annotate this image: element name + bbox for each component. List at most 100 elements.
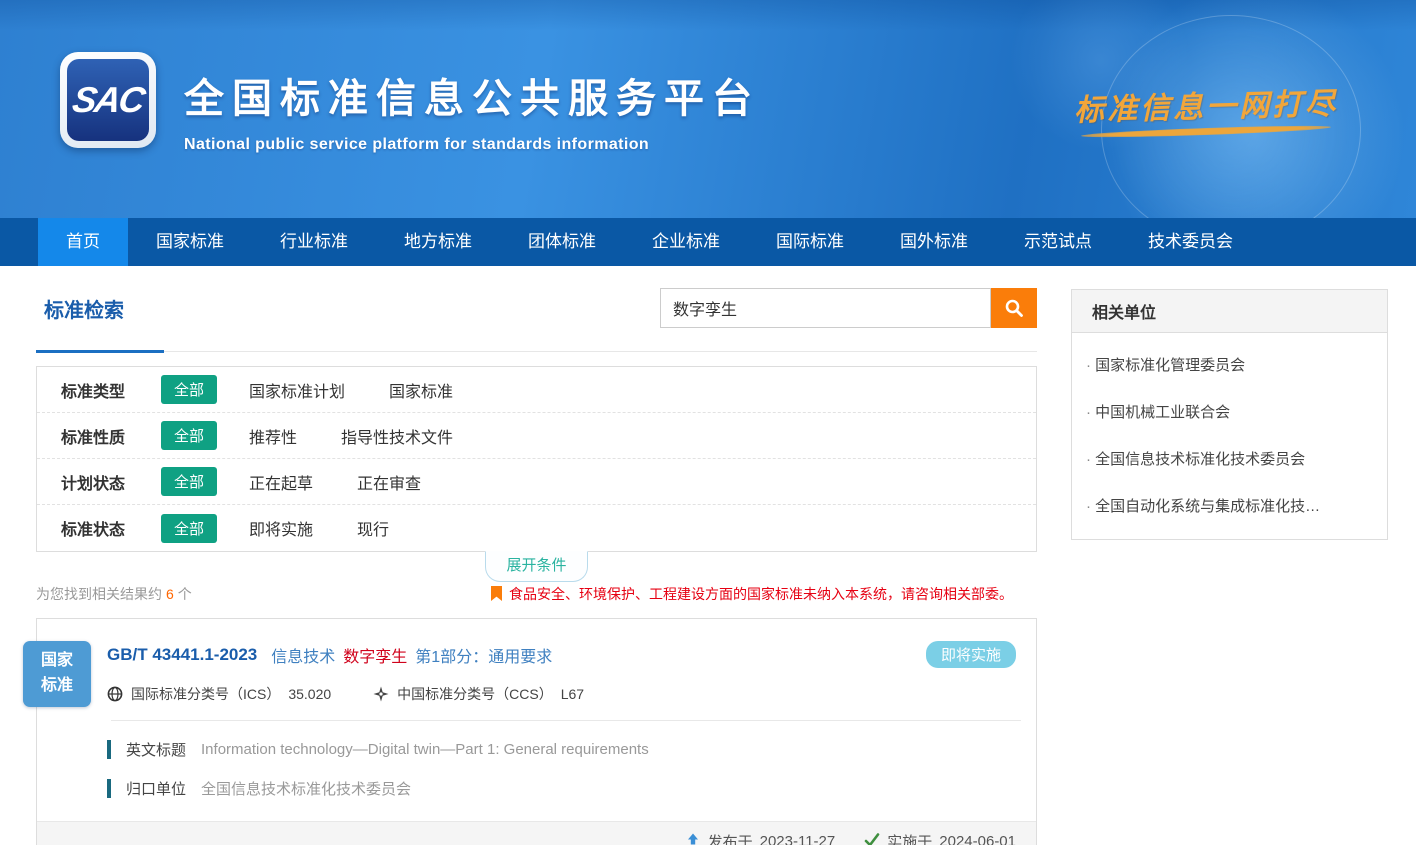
expand-conditions-wrap: 展开条件 [36,552,1037,580]
classification-row: 国际标准分类号（ICS） 35.020 中国标准分类号（CCS） L67 [107,684,1016,704]
notice-text: 食品安全、环境保护、工程建设方面的国家标准未纳入本系统，请咨询相关部委。 [509,584,1013,604]
detail-row-english-title: 英文标题 Information technology—Digital twin… [107,739,1036,760]
card-divider [111,720,1021,721]
sidebar-title: 相关单位 [1072,290,1387,333]
filter-option[interactable]: 现行 [357,516,389,540]
search-icon [1004,298,1024,318]
filter-label: 计划状态 [61,470,161,494]
standard-title-highlight[interactable]: 数字孪生 [343,643,407,667]
filter-label: 标准类型 [61,378,161,402]
sidebar-item-machinery-federation[interactable]: 中国机械工业联合会 [1072,388,1387,435]
site-title-cn: 全国标准信息公共服务平台 [184,66,760,124]
ccs-value: L67 [561,686,584,702]
nav-item-pilot[interactable]: 示范试点 [996,218,1120,266]
badge-line1: 国家 [41,649,73,674]
results-info-row: 为您找到相关结果约6个 食品安全、环境保护、工程建设方面的国家标准未纳入本系统，… [36,584,1037,604]
filter-label: 标准性质 [61,424,161,448]
check-icon [863,833,880,845]
sac-logo: SAC [60,52,156,148]
nav-item-technical-committee[interactable]: 技术委员会 [1120,218,1261,266]
site-title-block: 全国标准信息公共服务平台 National public service pla… [184,66,760,154]
sidebar-item-automation-committee[interactable]: 全国自动化系统与集成标准化技… [1072,482,1387,529]
related-organizations-panel: 相关单位 国家标准化管理委员会 中国机械工业联合会 全国信息技术标准化技术委员会… [1071,289,1388,540]
upload-icon [685,833,701,845]
nav-item-home[interactable]: 首页 [38,218,128,266]
sidebar-item-sac[interactable]: 国家标准化管理委员会 [1072,341,1387,388]
ics-value: 35.020 [288,686,331,702]
publish-label: 发布于 [708,831,753,845]
results-summary: 为您找到相关结果约6个 [36,584,192,604]
nav-item-foreign-standards[interactable]: 国外标准 [872,218,996,266]
search-box [660,288,1037,328]
filter-row-standard-type: 标准类型 全部 国家标准计划 国家标准 [37,367,1036,413]
filter-badge-all[interactable]: 全部 [161,514,217,543]
filter-row-standard-status: 标准状态 全部 即将实施 现行 [37,505,1036,551]
publish-date-item: 发布于 2023-11-27 [685,831,836,845]
ccs-group: 中国标准分类号（CCS） L67 [373,684,584,704]
filter-option[interactable]: 国家标准 [389,378,453,402]
nav-item-international-standards[interactable]: 国际标准 [748,218,872,266]
sac-logo-inner: SAC [67,59,149,141]
main-nav: 首页 国家标准 行业标准 地方标准 团体标准 企业标准 国际标准 国外标准 示范… [0,218,1416,266]
ics-group: 国际标准分类号（ICS） 35.020 [107,684,331,704]
nav-item-industry-standards[interactable]: 行业标准 [252,218,376,266]
detail-value-english-title: Information technology—Digital twin—Part… [201,741,649,758]
filter-option[interactable]: 国家标准计划 [249,378,345,402]
globe-icon [107,686,123,702]
expand-conditions-button[interactable]: 展开条件 [485,551,587,582]
implement-label: 实施于 [887,831,932,845]
filter-option[interactable]: 指导性技术文件 [341,424,453,448]
card-footer: 发布于 2023-11-27 实施于 2024-06-01 [37,821,1036,845]
card-main: GB/T 43441.1-2023 信息技术 数字孪生 第1部分：通用要求 即将… [37,619,1036,704]
filter-label: 标准状态 [61,516,161,540]
standard-code-link[interactable]: GB/T 43441.1-2023 [107,645,257,665]
standard-title-part1[interactable]: 信息技术 [271,643,335,667]
search-header: 标准检索 [36,288,1037,352]
detail-bar [107,779,111,798]
card-title-row: GB/T 43441.1-2023 信息技术 数字孪生 第1部分：通用要求 即将… [107,641,1016,668]
tab-active-underline [36,350,164,353]
filter-badge-all[interactable]: 全部 [161,421,217,450]
ics-label: 国际标准分类号（ICS） [131,684,280,704]
filter-badge-all[interactable]: 全部 [161,467,217,496]
sidebar-list: 国家标准化管理委员会 中国机械工业联合会 全国信息技术标准化技术委员会 全国自动… [1072,333,1387,539]
filter-option[interactable]: 推荐性 [249,424,297,448]
filter-badge-all[interactable]: 全部 [161,375,217,404]
filter-option[interactable]: 即将实施 [249,516,313,540]
nav-item-enterprise-standards[interactable]: 企业标准 [624,218,748,266]
badge-line2: 标准 [41,674,73,699]
standard-result-card: 国家 标准 GB/T 43441.1-2023 信息技术 数字孪生 第1部分：通… [36,618,1037,845]
status-badge: 即将实施 [926,641,1016,668]
nav-item-national-standards[interactable]: 国家标准 [128,218,252,266]
filter-option[interactable]: 正在起草 [249,470,313,494]
site-header: SAC 全国标准信息公共服务平台 National public service… [0,0,1416,218]
filter-row-standard-nature: 标准性质 全部 推荐性 指导性技术文件 [37,413,1036,459]
results-summary-suffix: 个 [178,586,192,602]
system-notice: 食品安全、环境保护、工程建设方面的国家标准未纳入本系统，请咨询相关部委。 [490,584,1013,604]
content-area: 标准检索 标准类型 全部 国家标准计划 [0,266,1416,845]
implement-date: 2024-06-01 [939,833,1016,845]
sac-logo-text: SAC [69,79,146,121]
nav-item-local-standards[interactable]: 地方标准 [376,218,500,266]
results-count: 6 [166,586,174,602]
compass-icon [373,686,389,702]
tab-standard-search[interactable]: 标准检索 [44,294,124,323]
main-column: 标准检索 标准类型 全部 国家标准计划 [36,266,1037,845]
detail-row-committee: 归口单位 全国信息技术标准化技术委员会 [107,778,1036,799]
site-title-en: National public service platform for sta… [184,136,760,154]
detail-label: 归口单位 [126,778,186,799]
publish-date: 2023-11-27 [760,833,836,845]
detail-value-committee: 全国信息技术标准化技术委员会 [201,778,411,799]
nav-item-group-standards[interactable]: 团体标准 [500,218,624,266]
implement-date-item: 实施于 2024-06-01 [863,831,1016,845]
standard-type-badge: 国家 标准 [23,641,91,707]
search-input[interactable] [660,288,991,328]
ccs-label: 中国标准分类号（CCS） [397,684,553,704]
standard-title-part2[interactable]: 第1部分：通用要求 [415,643,552,667]
slogan-text: 标准信息一网打尽 [1073,79,1338,130]
filter-option[interactable]: 正在审查 [357,470,421,494]
filter-panel: 标准类型 全部 国家标准计划 国家标准 标准性质 全部 推荐性 指导性技术文件 … [36,366,1037,552]
sidebar-item-it-standardization-committee[interactable]: 全国信息技术标准化技术委员会 [1072,435,1387,482]
results-summary-prefix: 为您找到相关结果约 [36,586,162,602]
search-button[interactable] [991,288,1037,328]
